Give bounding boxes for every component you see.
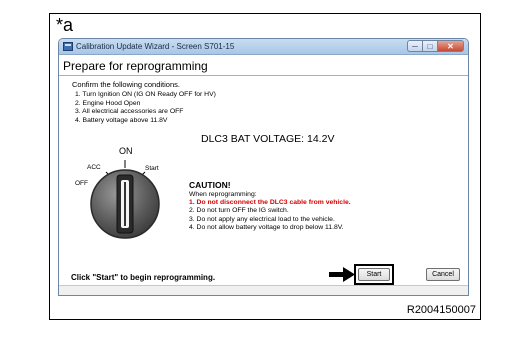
caution-item-warning: 1. Do not disconnect the DLC3 cable from… (189, 199, 351, 206)
figure-reference: R2004150007 (406, 304, 476, 316)
wizard-window: Calibration Update Wizard - Screen S701-… (58, 38, 469, 296)
figure-frame: *a Calibration Update Wizard - Screen S7… (49, 13, 481, 320)
close-button[interactable]: ✕ (437, 40, 464, 52)
cancel-button[interactable]: Cancel (426, 268, 460, 281)
ignition-key-cylinder-icon (90, 160, 160, 239)
battery-voltage-readout: DLC3 BAT VOLTAGE: 14.2V (201, 133, 335, 145)
condition-item: 4. Battery voltage above 11.8V (75, 116, 168, 124)
button-bar (59, 286, 468, 295)
caution-list: 1. Do not disconnect the DLC3 cable from… (189, 199, 351, 233)
start-button[interactable]: Start (358, 268, 390, 281)
caution-item: 3. Do not apply any electrical load to t… (189, 215, 335, 223)
heading-divider (59, 75, 468, 76)
condition-item: 1. Turn Ignition ON (IG ON Ready OFF for… (75, 91, 216, 98)
app-icon (63, 42, 73, 51)
caution-item: 4. Do not allow battery voltage to drop … (189, 224, 344, 232)
figure-label: *a (56, 15, 74, 35)
window-controls: ─ □ ✕ (407, 40, 464, 52)
maximize-button[interactable]: □ (422, 40, 437, 52)
condition-item: 3. All electrical accessories are OFF (75, 108, 184, 116)
window-title: Calibration Update Wizard - Screen S701-… (76, 42, 235, 51)
conditions-intro: Confirm the following conditions. (72, 80, 180, 89)
condition-item: 2. Engine Hood Open (75, 99, 141, 107)
title-bar[interactable]: Calibration Update Wizard - Screen S701-… (59, 39, 468, 55)
caution-title: CAUTION! (189, 180, 231, 190)
start-instruction: Click "Start" to begin reprogramming. (71, 273, 216, 282)
caution-intro: When reprogramming: (189, 191, 257, 198)
arrow-right-icon (329, 267, 355, 282)
ignition-switch-illustration: ON ACC Start OFF (75, 144, 172, 249)
conditions-list: 1. Turn Ignition ON (IG ON Ready OFF for… (75, 91, 216, 125)
minimize-button[interactable]: ─ (407, 40, 422, 52)
page-heading: Prepare for reprogramming (63, 59, 208, 73)
caution-item: 2. Do not turn OFF the IG switch. (189, 207, 289, 215)
